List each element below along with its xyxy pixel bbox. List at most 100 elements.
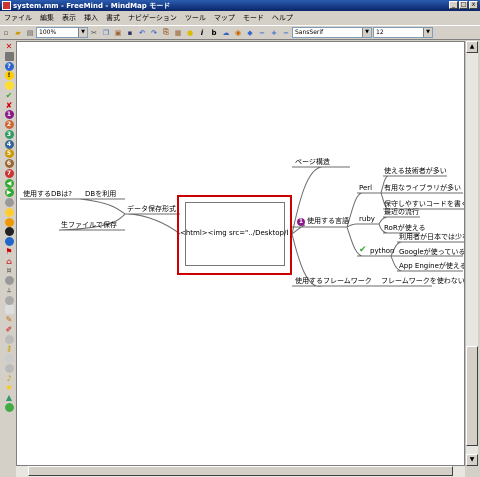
bulb-icon[interactable]: ● <box>185 28 195 38</box>
warning-icon[interactable]: ! <box>4 71 14 81</box>
scroll-up-icon[interactable]: ▲ <box>466 41 478 53</box>
scroll-down-icon[interactable]: ▼ <box>466 454 478 466</box>
bold-icon[interactable]: b <box>209 28 219 38</box>
remove-icon[interactable]: ✕ <box>5 42 14 51</box>
vertical-scroll-thumb[interactable] <box>466 346 478 446</box>
bell-icon[interactable]: ♪ <box>5 374 14 383</box>
font-size-select[interactable]: 12 ▼ <box>373 27 433 38</box>
node-use-db[interactable]: DBを利用 <box>85 190 116 199</box>
new-map-icon[interactable]: ▫ <box>1 28 11 38</box>
node-perl-1[interactable]: 使える技術者が多い <box>384 167 447 176</box>
triangle-icon[interactable]: ▲ <box>5 393 14 402</box>
menu-map[interactable]: マップ <box>210 13 239 23</box>
node-languages[interactable]: 使用する言語 <box>307 217 349 226</box>
open-icon[interactable]: ▰ <box>13 28 23 38</box>
bomb-icon[interactable] <box>4 227 14 237</box>
menu-tools[interactable]: ツール <box>181 13 210 23</box>
node-perl[interactable]: Perl <box>359 184 372 193</box>
user-icon[interactable] <box>4 363 14 373</box>
menu-format[interactable]: 書式 <box>102 13 124 23</box>
balloon-icon[interactable]: ◉ <box>233 28 243 38</box>
node-ruby-1[interactable]: 最近の流行 <box>384 208 419 217</box>
priority-1-icon: 1 <box>297 218 305 226</box>
smiley-icon[interactable] <box>4 207 14 217</box>
node-framework[interactable]: 使用するフレームワーク <box>295 277 372 286</box>
menu-edit[interactable]: 編集 <box>36 13 58 23</box>
node-python[interactable]: python <box>370 247 395 256</box>
paste-icon[interactable]: ▣ <box>113 28 123 38</box>
question-icon[interactable]: ? <box>4 61 14 71</box>
attach-icon[interactable] <box>4 198 14 207</box>
priority-4-icon[interactable]: 4 <box>4 139 14 149</box>
node-python-3[interactable]: App Engineが使える <box>399 262 464 271</box>
zoom-in-icon[interactable]: + <box>269 28 279 38</box>
menu-help[interactable]: ヘルプ <box>268 13 297 23</box>
copy-icon[interactable]: ❐ <box>101 28 111 38</box>
priority-3-icon[interactable]: 3 <box>4 129 14 139</box>
neutral-icon[interactable] <box>4 217 14 227</box>
node-perl-2[interactable]: 有用なライブラリが多い <box>384 184 461 193</box>
color-icon[interactable]: ◆ <box>245 28 255 38</box>
menu-file[interactable]: ファイル <box>0 13 36 23</box>
pencil-icon[interactable]: ✎ <box>5 315 14 324</box>
zoom-select[interactable]: 100% ▼ <box>36 27 88 38</box>
vertical-scrollbar[interactable]: ▲ ▼ <box>465 41 478 466</box>
save-icon[interactable]: ▪ <box>125 28 135 38</box>
priority-6-icon[interactable]: 6 <box>4 159 14 168</box>
node-db-question[interactable]: 使用するDBは? <box>23 190 72 199</box>
mindmap-canvas[interactable]: <html><img src="../Desktop/blan ページ構造 デー… <box>16 41 465 466</box>
tree-icon[interactable] <box>4 402 14 412</box>
globe-icon[interactable] <box>4 237 14 246</box>
paste-format-icon[interactable]: ⎘ <box>161 28 171 38</box>
menu-insert[interactable]: 挿入 <box>80 13 102 23</box>
home-icon[interactable]: ⌂ <box>5 257 14 266</box>
cloud-icon[interactable]: ☁ <box>221 28 231 38</box>
menu-mode[interactable]: モード <box>239 13 268 23</box>
star-icon[interactable]: ★ <box>5 383 14 392</box>
close-button[interactable]: x <box>469 1 478 9</box>
font-select[interactable]: SansSerif ▼ <box>292 27 372 38</box>
clock-icon[interactable] <box>4 276 14 285</box>
mouse-icon[interactable] <box>4 334 14 344</box>
bad-icon[interactable]: ✘ <box>5 101 14 110</box>
minimize-button[interactable]: _ <box>449 1 458 9</box>
password-icon[interactable] <box>4 295 14 305</box>
node-data-format[interactable]: データ保存形式 <box>127 205 176 214</box>
node-python-2[interactable]: Googleが使っている <box>399 248 464 257</box>
menu-navigation[interactable]: ナビゲーション <box>124 13 181 23</box>
pin-icon[interactable]: ✐ <box>5 325 14 334</box>
power-icon[interactable]: ¤ <box>5 266 14 275</box>
clipboard-icon[interactable]: ▦ <box>173 28 183 38</box>
priority-7-icon[interactable]: 7 <box>4 168 14 178</box>
zoom-out-icon[interactable]: − <box>257 28 267 38</box>
node-page-structure[interactable]: ページ構造 <box>295 158 330 167</box>
back-icon[interactable]: ◀ <box>4 178 14 188</box>
menu-view[interactable]: 表示 <box>58 13 80 23</box>
node-python-1[interactable]: 利用者が日本では少な <box>399 233 464 242</box>
maximize-button[interactable]: □ <box>459 1 468 9</box>
redo-icon[interactable]: ↷ <box>149 28 159 38</box>
node-save-file[interactable]: 生ファイルで保存 <box>61 221 117 230</box>
fork-icon[interactable]: ⟂ <box>5 286 14 295</box>
node-ruby[interactable]: ruby <box>359 215 375 224</box>
mail-icon[interactable] <box>4 305 14 315</box>
flag-icon[interactable]: ⚑ <box>5 247 14 256</box>
priority-2-icon[interactable]: 2 <box>4 120 14 129</box>
good-icon[interactable]: ✔ <box>5 91 14 100</box>
horizontal-scrollbar[interactable] <box>16 466 465 477</box>
forward-icon[interactable]: ▶ <box>4 188 14 198</box>
cut-icon[interactable]: ✂ <box>89 28 99 38</box>
minus-icon[interactable]: − <box>281 28 291 38</box>
horizontal-scroll-thumb[interactable] <box>28 466 453 476</box>
undo-icon[interactable]: ↶ <box>137 28 147 38</box>
priority-5-icon[interactable]: 5 <box>4 149 14 159</box>
delete-icon[interactable] <box>4 51 14 61</box>
idea-icon[interactable] <box>4 81 14 90</box>
node-framework-question[interactable]: フレームワークを使わない? <box>381 277 464 286</box>
print-icon[interactable]: ▤ <box>25 28 35 38</box>
people-icon[interactable] <box>4 354 14 363</box>
key-icon[interactable]: ⚷ <box>5 344 14 353</box>
node-ruby-2[interactable]: RoRが使える <box>384 224 426 233</box>
italic-icon[interactable]: i <box>197 28 207 38</box>
priority-1-icon[interactable]: 1 <box>4 110 14 120</box>
